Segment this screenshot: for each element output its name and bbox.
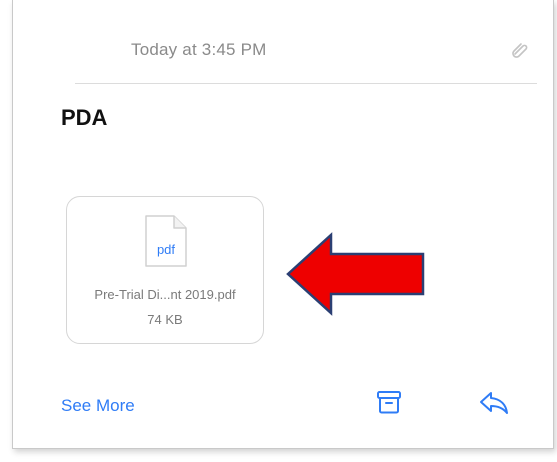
attachment-file-name: Pre-Trial Di...nt 2019.pdf [94, 287, 236, 302]
message-subject: PDA [61, 105, 108, 130]
reply-icon[interactable] [479, 391, 509, 415]
attachment-file-size: 74 KB [147, 312, 183, 327]
pdf-attachment[interactable]: pdf Pre-Trial Di...nt 2019.pdf 74 KB [66, 196, 264, 344]
see-more-link[interactable]: See More [61, 396, 135, 416]
header-divider [75, 83, 537, 84]
message-timestamp: Today at 3:45 PM [131, 40, 267, 59]
paperclip-icon [512, 43, 528, 58]
red-arrow-annotation [286, 232, 425, 316]
archive-icon[interactable] [376, 389, 402, 415]
email-card: Today at 3:45 PM PDA pdf Pre-Trial Di...… [12, 0, 554, 449]
file-type-label: pdf [156, 242, 176, 257]
pdf-file-icon [145, 215, 187, 267]
